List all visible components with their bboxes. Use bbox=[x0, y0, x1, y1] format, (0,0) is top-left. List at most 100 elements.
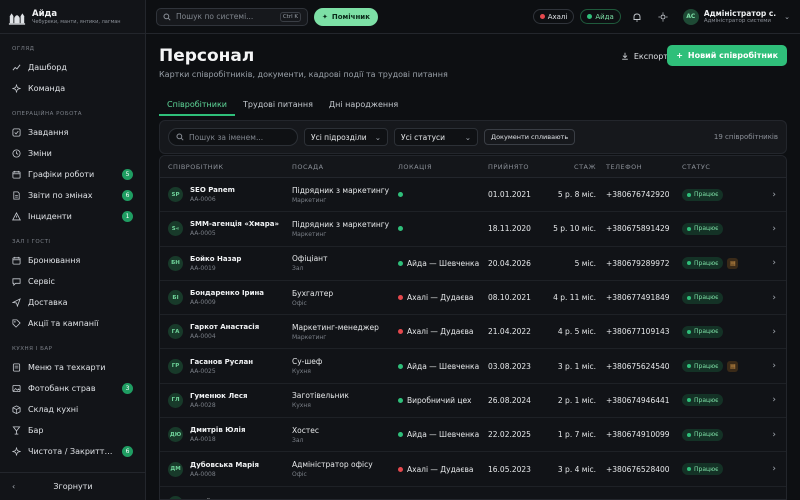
avatar: S« bbox=[168, 221, 183, 237]
sidebar-item-label: Дашборд bbox=[28, 63, 67, 72]
chevron-right-icon[interactable]: › bbox=[752, 430, 786, 440]
table-row[interactable]: ДЮ Дмитрів Юлія AA-0018 Хостес Зал Айда … bbox=[160, 418, 786, 453]
tab-labor-issues[interactable]: Трудові питання bbox=[235, 94, 321, 116]
chevron-right-icon[interactable]: › bbox=[752, 293, 786, 303]
brand[interactable]: Айда Чебуреки, манти, янтики, лагман bbox=[0, 0, 145, 34]
chevron-right-icon[interactable]: › bbox=[752, 327, 786, 337]
employee-code: AA-0009 bbox=[190, 299, 216, 307]
status-select[interactable]: Усі статуси ⌄ bbox=[394, 128, 478, 146]
brand-tagline: Чебуреки, манти, янтики, лагман bbox=[32, 18, 121, 25]
export-button[interactable]: Експорт bbox=[621, 47, 668, 65]
location-pill-aida[interactable]: Айда bbox=[580, 9, 621, 24]
table-row[interactable]: ІД Ісмаїлов Денур Кухар bbox=[160, 487, 786, 499]
chevron-right-icon[interactable]: › bbox=[752, 464, 786, 474]
tab-birthdays[interactable]: Дні народження bbox=[321, 94, 406, 116]
sidebar-item[interactable]: Дашборд bbox=[0, 57, 145, 78]
employee-department: Офіс bbox=[292, 299, 307, 307]
document-warning-icon[interactable]: ▤ bbox=[727, 257, 739, 269]
table-row[interactable]: ГЛ Гуменюк Леся AA-0028 Заготівельник Ку… bbox=[160, 384, 786, 419]
menu-icon bbox=[12, 363, 21, 372]
sidebar-item[interactable]: Бар bbox=[0, 420, 145, 441]
tab-employees[interactable]: Співробітники bbox=[159, 94, 236, 116]
sidebar-item[interactable]: Графіки роботи 5 bbox=[0, 164, 145, 185]
location-pill-ahali[interactable]: Ахалі bbox=[532, 9, 575, 24]
department-select[interactable]: Усі підрозділи ⌄ bbox=[304, 128, 388, 146]
name-search-input[interactable]: Пошук за іменем... bbox=[168, 128, 298, 146]
chevron-right-icon[interactable]: › bbox=[752, 258, 786, 268]
sun-icon[interactable] bbox=[653, 7, 673, 27]
new-employee-button[interactable]: + Новий співробітник bbox=[667, 45, 787, 66]
sidebar-item[interactable]: Чистота / Закриття з... 6 bbox=[0, 441, 145, 462]
sidebar-item[interactable]: Завдання bbox=[0, 122, 145, 143]
table-row[interactable]: ГА Гаркот Анастасія AA-0004 Маркетинг-ме… bbox=[160, 315, 786, 350]
table-row[interactable]: ГР Гасанов Руслан AA-0025 Су-шеф Кухня А… bbox=[160, 349, 786, 384]
sidebar-item-label: Фотобанк страв bbox=[28, 384, 96, 393]
chevron-right-icon[interactable]: › bbox=[752, 224, 786, 234]
hired-date: 26.08.2024 bbox=[488, 395, 531, 405]
col-tenure[interactable]: Стаж bbox=[548, 163, 606, 171]
document-warning-icon[interactable]: ▤ bbox=[727, 360, 739, 372]
chevron-down-icon: ⌄ bbox=[464, 132, 471, 142]
sidebar-item[interactable]: Звіти по змінах 6 bbox=[0, 185, 145, 206]
sidebar-item[interactable]: Сервіс bbox=[0, 271, 145, 292]
bell-icon[interactable] bbox=[627, 7, 647, 27]
sidebar-item-label: Акції та кампанії bbox=[28, 319, 99, 328]
tenure: 3 р. 4 міс. bbox=[557, 464, 596, 474]
chevron-right-icon[interactable]: › bbox=[752, 361, 786, 371]
topbar: Пошук по системі... Ctrl K ✦ Помічник Ах… bbox=[146, 0, 800, 34]
global-search-input[interactable]: Пошук по системі... Ctrl K bbox=[156, 7, 308, 26]
status-dot bbox=[687, 295, 691, 300]
sidebar-item[interactable]: Зміни bbox=[0, 143, 145, 164]
employee-count: 19 співробітників bbox=[713, 133, 778, 141]
sidebar-item[interactable]: Склад кухні bbox=[0, 399, 145, 420]
sidebar-item[interactable]: Меню та техкарти bbox=[0, 357, 145, 378]
sidebar-item-label: Інциденти bbox=[28, 212, 72, 221]
col-location[interactable]: Локація bbox=[398, 163, 488, 171]
status-dot bbox=[539, 14, 545, 19]
sidebar-item-label: Склад кухні bbox=[28, 405, 79, 414]
chevron-right-icon[interactable]: › bbox=[752, 395, 786, 405]
table-row[interactable]: БІ Бондаренко Ірина AA-0009 Бухгалтер Оф… bbox=[160, 281, 786, 316]
phone: +380679289972 bbox=[606, 258, 670, 268]
image-icon bbox=[12, 384, 21, 393]
col-status[interactable]: Статус bbox=[682, 163, 752, 171]
sidebar-item[interactable]: Бронювання bbox=[0, 250, 145, 271]
table-row[interactable]: ДМ Дубовська Марія AA-0008 Адміністратор… bbox=[160, 452, 786, 487]
sidebar-item[interactable]: Фотобанк страв 3 bbox=[0, 378, 145, 399]
nav-section-title: Зал і гості bbox=[12, 239, 51, 245]
tabs: Співробітники Трудові питання Дні народж… bbox=[159, 94, 406, 116]
status-label: Працює bbox=[694, 465, 719, 473]
expiring-docs-button[interactable]: Документи спливають bbox=[484, 129, 576, 145]
employees-table: Співробітник Посада Локація Прийнято Ста… bbox=[159, 155, 787, 500]
sidebar-item[interactable]: Інциденти 1 bbox=[0, 206, 145, 227]
col-position[interactable]: Посада bbox=[292, 163, 398, 171]
employee-code: AA-0025 bbox=[190, 367, 216, 375]
status-dot bbox=[687, 329, 691, 334]
filter-bar: Пошук за іменем... Усі підрозділи ⌄ Усі … bbox=[159, 120, 787, 154]
table-row[interactable]: S« SMM-агенція «Хмара» AA-0005 Підрядник… bbox=[160, 212, 786, 247]
nav-section-title: Кухня і бар bbox=[12, 346, 53, 352]
chevron-left-icon: ‹ bbox=[12, 482, 16, 491]
table-row[interactable]: SP SEO Panem AA-0006 Підрядник з маркети… bbox=[160, 178, 786, 213]
sidebar-item[interactable]: Доставка bbox=[0, 292, 145, 313]
chevron-right-icon[interactable]: › bbox=[752, 190, 786, 200]
col-hired[interactable]: Прийнято bbox=[488, 163, 548, 171]
table-row[interactable]: БН Бойко Назар AA-0019 Офіціант Зал Айда… bbox=[160, 247, 786, 281]
status-label: Працює bbox=[694, 328, 719, 336]
status-dot bbox=[687, 467, 691, 472]
employee-location: Виробничий цех bbox=[398, 396, 488, 405]
tenure: 4 р. 5 міс. bbox=[557, 327, 596, 337]
assistant-button[interactable]: ✦ Помічник bbox=[314, 7, 378, 26]
avatar: БН bbox=[168, 255, 183, 271]
user-menu[interactable]: АС Адміністратор с. Адміністратор систем… bbox=[682, 8, 790, 25]
phone: +380677491849 bbox=[606, 293, 670, 303]
col-employee[interactable]: Співробітник bbox=[160, 163, 292, 171]
brand-name: Айда bbox=[32, 8, 58, 19]
collapse-button[interactable]: ‹ Згорнути bbox=[0, 472, 146, 500]
sidebar-item[interactable]: Акції та кампанії bbox=[0, 313, 145, 334]
status-value: Усі статуси bbox=[401, 132, 446, 142]
col-phone[interactable]: Телефон bbox=[606, 163, 682, 171]
sidebar-item[interactable]: Команда bbox=[0, 78, 145, 99]
tag-icon bbox=[12, 319, 21, 328]
employee-code: AA-0019 bbox=[190, 264, 216, 272]
